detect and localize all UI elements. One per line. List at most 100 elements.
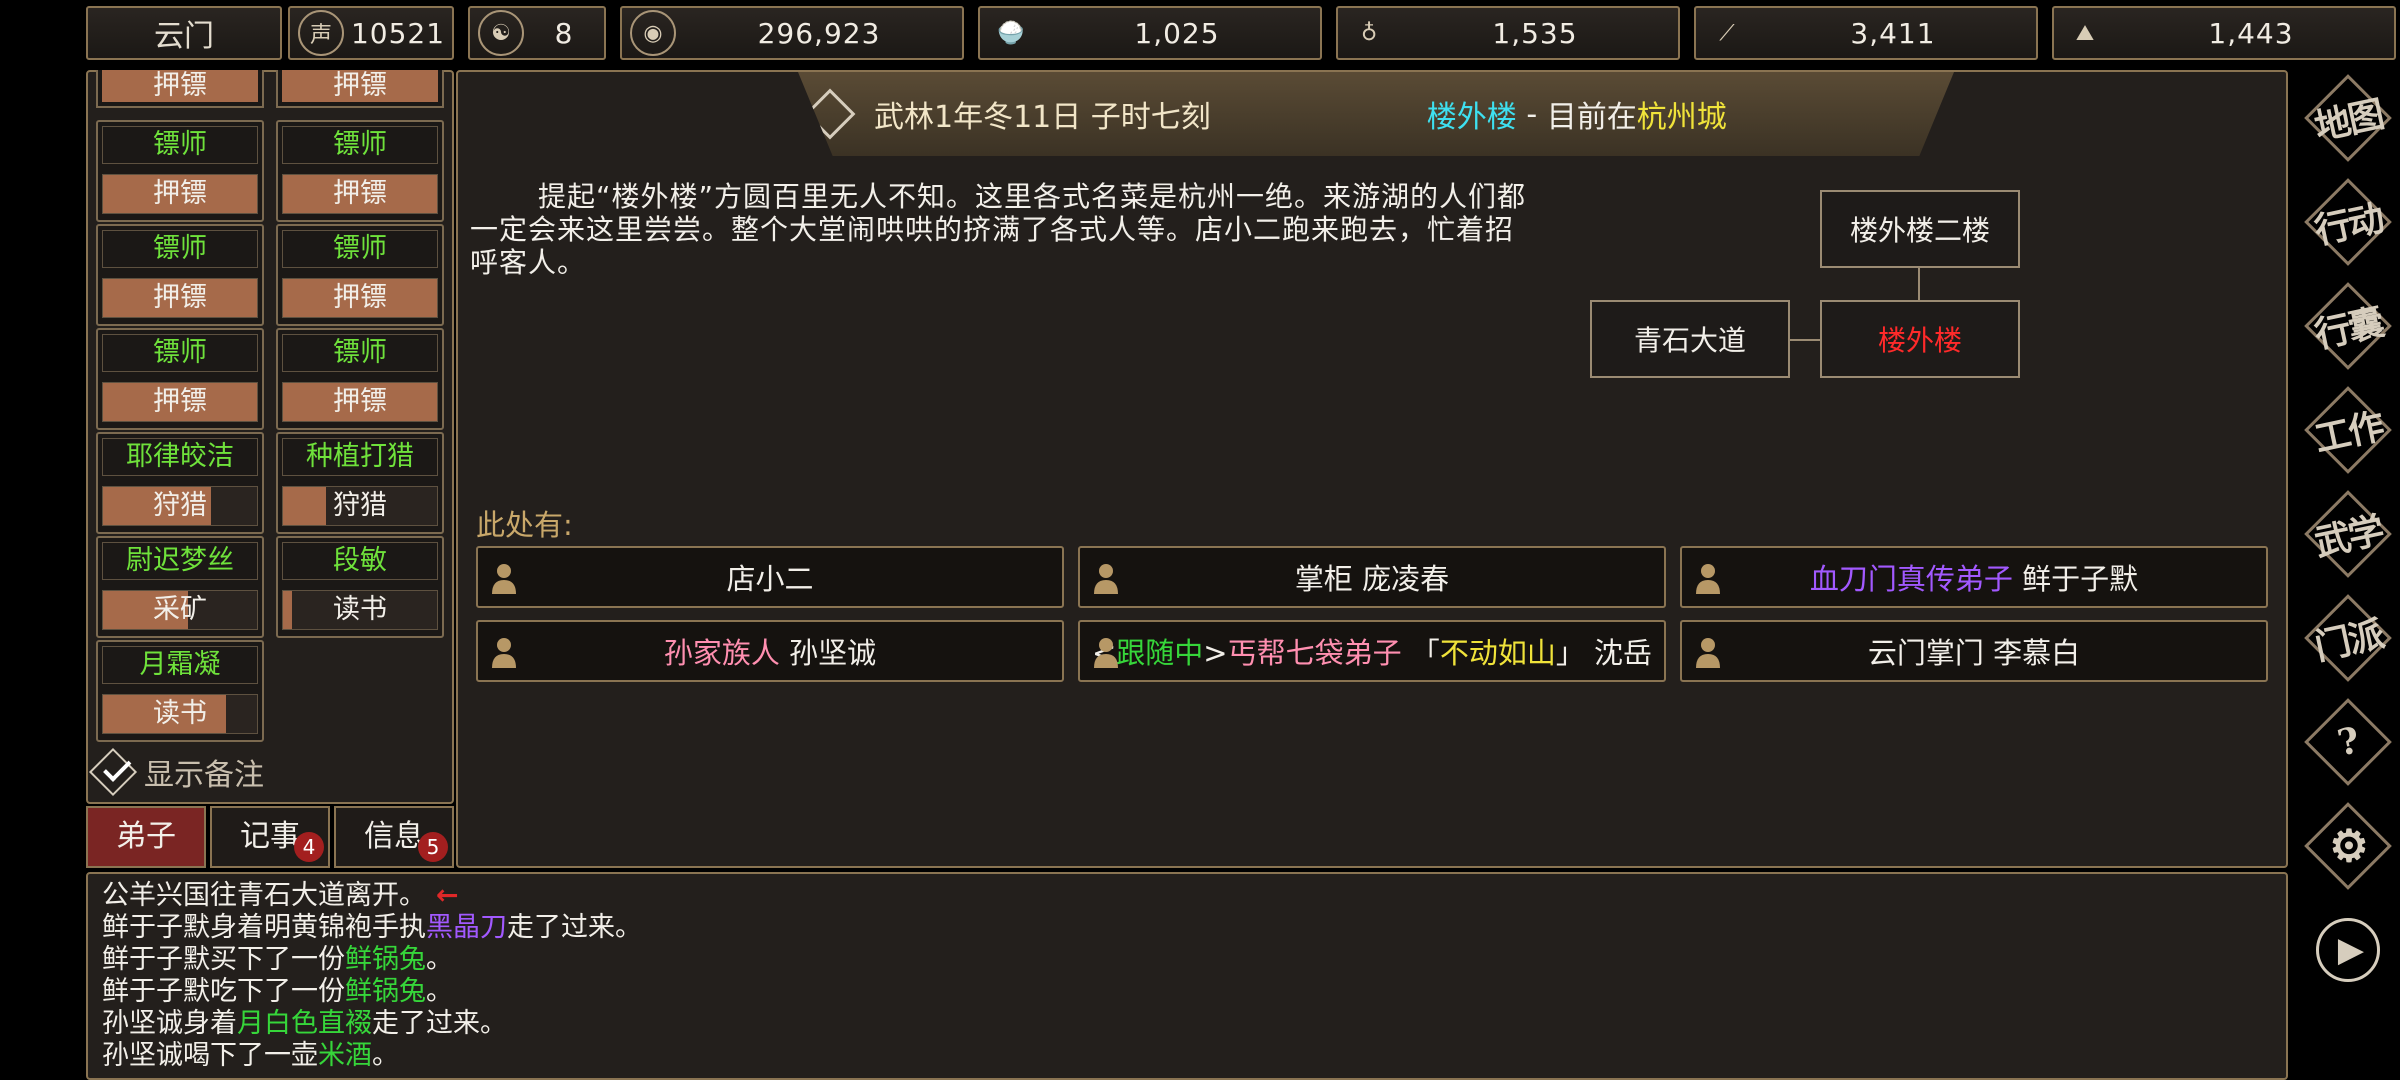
tab-messages-label: 信息 bbox=[364, 819, 424, 854]
currently-at-label: 目前在 bbox=[1546, 100, 1637, 135]
job-card-partial[interactable]: 押镖 bbox=[276, 70, 444, 108]
npc-button[interactable]: 孙家族人 孙坚诚 bbox=[476, 620, 1064, 682]
money-counter: ◉ 296,923 bbox=[620, 6, 964, 60]
job-progress-bar: 押镖 bbox=[282, 382, 438, 422]
npc-label: 掌柜 庞凌春 bbox=[1295, 556, 1449, 598]
npc-label: 店小二 bbox=[726, 556, 813, 598]
job-card[interactable]: 镖师 押镖 bbox=[276, 224, 444, 326]
job-action-label: 押镖 bbox=[153, 282, 207, 313]
sect-name[interactable]: 云门 bbox=[86, 6, 282, 60]
gourd-icon: ♁ bbox=[1360, 20, 1378, 46]
records-count-badge: 4 bbox=[294, 832, 324, 862]
npc-button[interactable]: 云门掌门 李慕白 bbox=[1680, 620, 2268, 682]
log-line: 鲜于子默买下了一份鲜锅兔。 bbox=[102, 944, 2272, 976]
npc-label-part: 」 沈岳 bbox=[1555, 636, 1653, 670]
menu-play[interactable]: ▶ bbox=[2300, 902, 2396, 998]
log-text: 孙坚诚喝下了一壶 bbox=[102, 1040, 318, 1071]
menu-help[interactable]: ? bbox=[2300, 694, 2396, 790]
food-value: 1,025 bbox=[1134, 16, 1220, 50]
menu-label: 武学 bbox=[2310, 509, 2387, 565]
npc-label-part: 店小二 bbox=[726, 562, 814, 596]
job-action-label: 采矿 bbox=[153, 594, 207, 625]
job-card[interactable]: 尉迟梦丝 采矿 bbox=[96, 536, 264, 638]
wood-log-icon: ⟋ bbox=[1719, 20, 1735, 46]
disciple-name: 尉迟梦丝 bbox=[102, 542, 258, 580]
log-text: 走了过来。 bbox=[372, 1008, 507, 1039]
person-icon bbox=[1094, 638, 1118, 668]
log-text: 鲜锅兔 bbox=[345, 944, 426, 975]
disciple-name: 镖师 bbox=[282, 126, 438, 164]
job-card-partial[interactable]: 押镖 bbox=[96, 70, 264, 108]
npc-label-part: > bbox=[1203, 636, 1228, 670]
npc-label-part: 跟随中 bbox=[1116, 636, 1204, 670]
menu-label: 门派 bbox=[2310, 613, 2387, 669]
menu-work[interactable]: 工作 bbox=[2300, 382, 2396, 478]
ore-value: 1,443 bbox=[2208, 16, 2294, 50]
money-value: 296,923 bbox=[757, 16, 881, 50]
job-card[interactable]: 镖师 押镖 bbox=[96, 224, 264, 326]
job-card[interactable]: 镖师 押镖 bbox=[276, 120, 444, 222]
job-action-label: 狩猎 bbox=[153, 490, 207, 521]
job-card[interactable]: 镖师 押镖 bbox=[96, 328, 264, 430]
job-progress-bar: 押镖 bbox=[282, 278, 438, 318]
message-log: 公羊兴国往青石大道离开。 ← 鲜于子默身着明黄锦袍手执黑晶刀走了过来。 鲜于子默买下了… bbox=[86, 872, 2288, 1080]
show-notes-toggle[interactable]: 显示备注 bbox=[88, 747, 264, 797]
menu-inventory[interactable]: 行囊 bbox=[2300, 278, 2396, 374]
job-progress-bar: 狩猎 bbox=[102, 486, 258, 526]
location-name: 楼外楼 bbox=[1426, 100, 1517, 135]
npc-button[interactable]: 店小二 bbox=[476, 546, 1064, 608]
job-progress-bar: 押镖 bbox=[102, 278, 258, 318]
npc-label-part: 云门掌门 李慕白 bbox=[1867, 636, 2081, 670]
job-card[interactable]: 镖师 押镖 bbox=[276, 328, 444, 430]
menu-martial-arts[interactable]: 武学 bbox=[2300, 486, 2396, 582]
job-card[interactable]: 镖师 押镖 bbox=[96, 120, 264, 222]
npc-label-part: 鲜于子默 bbox=[2012, 562, 2139, 596]
menu-map[interactable]: 地图 bbox=[2300, 70, 2396, 166]
log-text: 月白色直裰 bbox=[237, 1008, 372, 1039]
job-card[interactable]: 段敏 读书 bbox=[276, 536, 444, 638]
log-text: 。 bbox=[426, 944, 453, 975]
disciple-name: 镖师 bbox=[282, 334, 438, 372]
tab-messages[interactable]: 信息 5 bbox=[334, 806, 454, 868]
npc-label-part: 掌柜 庞凌春 bbox=[1294, 562, 1450, 596]
location-description: 提起“楼外楼”方圆百里无人不知。这里各式名菜是杭州一绝。来游湖的人们都一定会来这… bbox=[470, 180, 1527, 279]
menu-label: 行动 bbox=[2310, 197, 2387, 253]
ore-icon: ⛰ bbox=[2075, 20, 2095, 46]
job-progress-bar: 押镖 bbox=[102, 382, 258, 422]
job-action-label: 押镖 bbox=[333, 282, 387, 313]
log-text: 孙坚诚身着 bbox=[102, 1008, 237, 1039]
npc-label-part: 「 bbox=[1401, 636, 1440, 670]
npc-button[interactable]: <跟随中>丐帮七袋弟子 「不动如山」 沈岳 bbox=[1078, 620, 1666, 682]
map-connector bbox=[1788, 339, 1822, 341]
job-card[interactable]: 种植打猎 狩猎 bbox=[276, 432, 444, 534]
checkbox-icon bbox=[88, 747, 138, 797]
menu-sect[interactable]: 门派 bbox=[2300, 590, 2396, 686]
npc-label-part: 孙家族人 bbox=[663, 636, 780, 670]
disciple-name: 镖师 bbox=[282, 230, 438, 268]
log-line: 孙坚诚身着月白色直裰走了过来。 bbox=[102, 1008, 2272, 1040]
job-card[interactable]: 月霜凝 读书 bbox=[96, 640, 264, 742]
map-room-west[interactable]: 青石大道 bbox=[1590, 300, 1790, 378]
wine-value: 1,535 bbox=[1492, 16, 1578, 50]
disciple-name: 种植打猎 bbox=[282, 438, 438, 476]
job-card[interactable]: 耶律皎洁 狩猎 bbox=[96, 432, 264, 534]
menu-actions[interactable]: 行动 bbox=[2300, 174, 2396, 270]
menu-settings[interactable]: ⚙ bbox=[2300, 798, 2396, 894]
play-icon: ▶ bbox=[2316, 918, 2380, 982]
tab-disciples[interactable]: 弟子 bbox=[86, 806, 206, 868]
arrow-left-icon: ← bbox=[436, 880, 459, 911]
log-line: 孙坚诚喝下了一壶米酒。 bbox=[102, 1040, 2272, 1072]
npc-button[interactable]: 血刀门真传弟子 鲜于子默 bbox=[1680, 546, 2268, 608]
yin-yang-counter: ☯ 8 bbox=[468, 6, 606, 60]
tab-records[interactable]: 记事 4 bbox=[210, 806, 330, 868]
disciple-name: 镖师 bbox=[102, 230, 258, 268]
sect-name-label: 云门 bbox=[154, 19, 214, 54]
reputation-icon: 声 bbox=[298, 10, 344, 56]
job-progress-bar: 押镖 bbox=[102, 174, 258, 214]
map-room-north[interactable]: 楼外楼二楼 bbox=[1820, 190, 2020, 268]
job-action-label: 押镖 bbox=[153, 178, 207, 209]
ore-counter: ⛰ 1,443 bbox=[2052, 6, 2396, 60]
npc-button[interactable]: 掌柜 庞凌春 bbox=[1078, 546, 1666, 608]
menu-label: 地图 bbox=[2310, 93, 2387, 149]
menu-label: 工作 bbox=[2310, 405, 2387, 461]
